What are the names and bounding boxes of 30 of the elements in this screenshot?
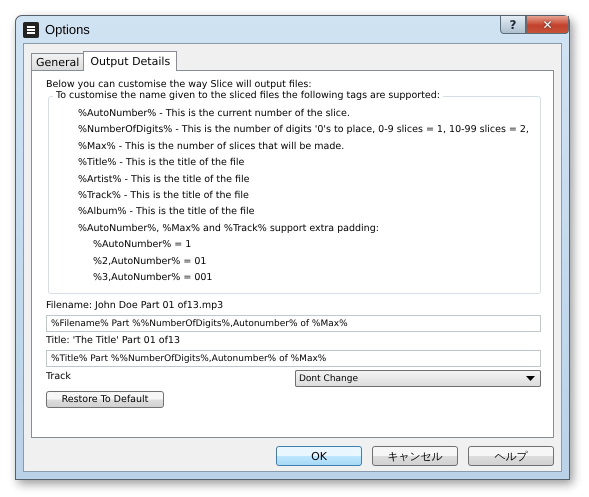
padding-example: %3,AutoNumber% = 001 <box>92 270 214 285</box>
dialog-button[interactable]: OK <box>276 446 362 466</box>
tag-description: %AutoNumber% - This is the current number of the slice. <box>78 107 351 121</box>
tag-description: %Track% - This is the title of the file <box>78 188 250 203</box>
padding-example: %AutoNumber% = 1 <box>92 238 192 252</box>
tag-description: %NumberOfDigits% - This is the number of digits '0's to place, 0-9 slices = 1, 10-99 slices = 2, <box>78 123 530 138</box>
restore-default-button[interactable]: Restore To Default <box>46 391 164 408</box>
tag-description: %Album% - This is the title of the file <box>78 205 256 220</box>
intro-text: Below you can customise the way Slice will output files: <box>46 79 313 90</box>
app-icon <box>23 22 39 38</box>
tag-description: %Max% - This is the number of slices that will be made. <box>78 140 346 154</box>
close-button[interactable]: ✕ <box>526 16 569 34</box>
tab[interactable]: General <box>31 53 84 70</box>
dialog-button[interactable]: キャンセル <box>372 446 458 466</box>
track-dropdown[interactable]: Dont Change <box>295 370 541 387</box>
window-title: Options <box>45 22 91 37</box>
title-preview: Title: 'The Title' Part 01 of13 <box>46 335 181 346</box>
tag-description: %AutoNumber%, %Max% and %Track% support extra padding: <box>78 222 380 236</box>
padding-example: %2,AutoNumber% = 01 <box>92 254 208 269</box>
filename-preview: Filename: John Doe Part 01 of13.mp3 <box>46 300 224 311</box>
track-label: Track <box>46 370 71 382</box>
dialog-button[interactable]: ヘルプ <box>468 446 554 466</box>
filename-pattern-field[interactable]: %Filename% Part %%NumberOfDigits%,Autonumber% of %Max% <box>46 315 541 332</box>
dropdown-arrow-icon <box>526 376 535 381</box>
tag-description: %Artist% - This is the title of the file <box>78 172 250 187</box>
help-button[interactable]: ? <box>500 16 526 34</box>
tag-description: %Title% - This is the title of the file <box>78 156 246 170</box>
tab[interactable]: Output Details <box>83 51 178 71</box>
group-legend: To customise the name given to the sliced files the following tags are supported: <box>53 90 443 101</box>
title-pattern-field[interactable]: %Title% Part %%NumberOfDigits%,Autonumber% of %Max% <box>46 350 541 367</box>
